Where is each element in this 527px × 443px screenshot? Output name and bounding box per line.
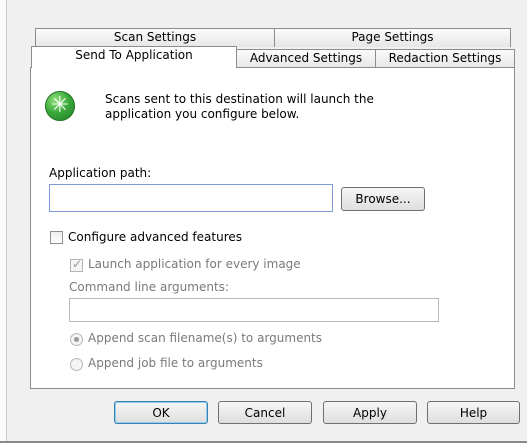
application-path-label: Application path: [49,166,152,180]
help-button[interactable]: Help [427,401,520,424]
launch-every-image-label: Launch application for every image [88,257,301,271]
configure-advanced-checkbox[interactable] [50,231,63,244]
append-scan-filename-radio[interactable] [70,333,83,346]
green-star-icon: ✳ [45,91,75,121]
window-left-edge [0,0,7,443]
append-job-file-radio[interactable] [70,358,83,371]
browse-button[interactable]: Browse... [341,187,425,211]
tab-advanced-settings[interactable]: Advanced Settings [236,49,376,68]
tab-page-settings[interactable]: Page Settings [274,28,511,47]
info-text-line2: application you configure below. [105,107,300,121]
command-line-arguments-label: Command line arguments: [69,280,229,294]
ok-button[interactable]: OK [114,401,208,424]
launch-every-image-checkbox[interactable]: ✓ [70,257,83,272]
tab-scan-settings[interactable]: Scan Settings [35,28,275,47]
cancel-button[interactable]: Cancel [218,401,312,424]
application-path-input[interactable] [49,184,333,212]
apply-button[interactable]: Apply [323,401,417,424]
tab-redaction-settings[interactable]: Redaction Settings [375,49,515,68]
configure-advanced-label[interactable]: Configure advanced features [68,230,242,244]
append-scan-filename-label: Append scan filename(s) to arguments [88,331,323,345]
command-line-arguments-input[interactable] [69,298,439,322]
info-text-line1: Scans sent to this destination will laun… [105,92,374,106]
tab-send-to-application[interactable]: Send To Application [31,46,237,68]
append-job-file-label: Append job file to arguments [88,356,263,370]
